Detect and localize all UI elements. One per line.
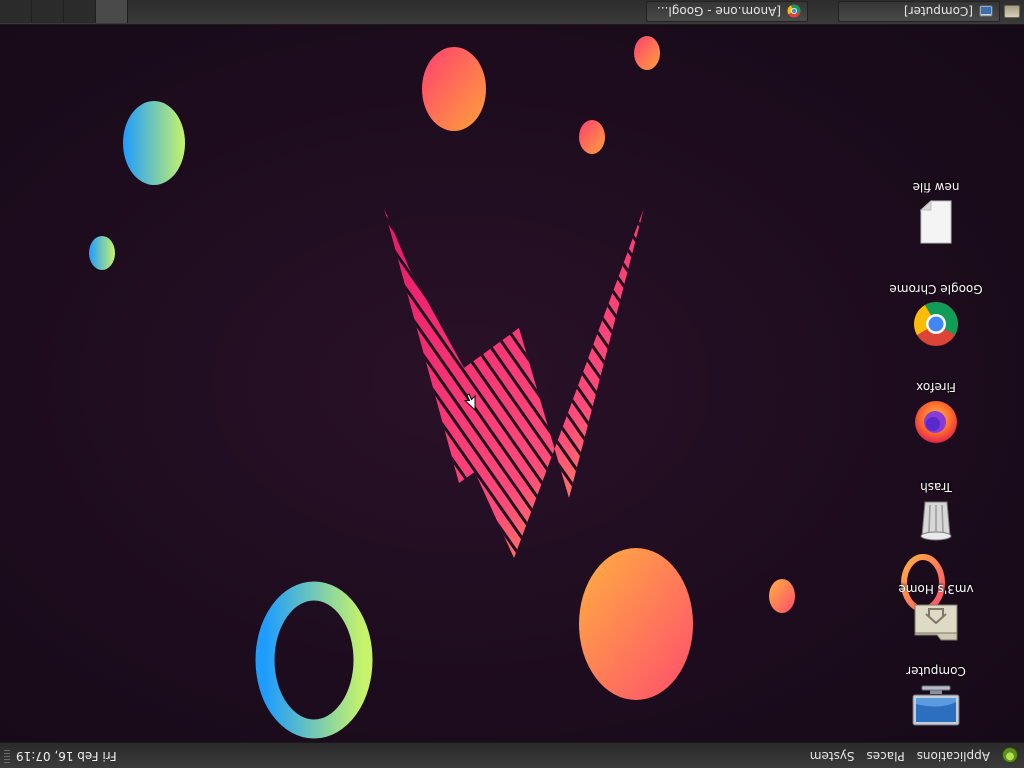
bubble xyxy=(422,47,486,131)
desktop-icon-trash[interactable]: Trash xyxy=(888,480,984,546)
desktop-icon-label: new file xyxy=(912,180,960,194)
panel-handle[interactable] xyxy=(4,748,10,763)
chrome-icon xyxy=(912,300,960,348)
desktop-icon-label: Firefox xyxy=(916,380,956,394)
home-folder-icon xyxy=(912,600,960,648)
workspace-switcher xyxy=(0,0,128,23)
bubble xyxy=(89,236,115,270)
taskbar-window-label: [Anom.one - Googl... xyxy=(656,4,781,19)
chrome-icon xyxy=(787,5,801,18)
taskbar-window-label: [Computer] xyxy=(903,4,973,19)
mouse-pointer-icon xyxy=(464,393,476,411)
bottom-panel: [Computer] [Anom.one - Googl... xyxy=(0,0,1024,25)
show-desktop-button[interactable] xyxy=(1002,3,1022,21)
bubble xyxy=(123,101,185,185)
taskbar-window-chrome[interactable]: [Anom.one - Googl... xyxy=(646,1,808,22)
desktop-icon-label: Google Chrome xyxy=(889,282,983,296)
top-panel: Applications Places System Fri Feb 16, 0… xyxy=(0,742,1024,768)
ring xyxy=(255,581,373,739)
workspace-2[interactable] xyxy=(64,0,96,23)
desktop-icon-firefox[interactable]: Firefox xyxy=(888,380,984,446)
desktop-icon-new-file[interactable]: new file xyxy=(888,180,984,246)
workspace-1[interactable] xyxy=(96,0,128,23)
desktop-icon-label: Trash xyxy=(920,480,952,494)
bubble xyxy=(579,548,693,700)
desktop-icon-computer[interactable]: Computer xyxy=(888,664,984,730)
applications-menu[interactable]: Applications xyxy=(911,743,996,768)
computer-icon xyxy=(912,682,960,730)
clock[interactable]: Fri Feb 16, 07:19 xyxy=(10,743,127,768)
firefox-icon xyxy=(912,398,960,446)
workspace-4[interactable] xyxy=(0,0,32,23)
show-desktop-icon xyxy=(1004,5,1020,18)
bubble xyxy=(769,579,795,613)
desktop-icon-label: vm3's Home xyxy=(898,582,974,596)
desktop-icon-home[interactable]: vm3's Home xyxy=(888,582,984,648)
trash-icon xyxy=(912,498,960,546)
desktop-screen: Applications Places System Fri Feb 16, 0… xyxy=(0,0,1024,768)
wallpaper-v-logo xyxy=(384,208,644,558)
desktop-icon-chrome[interactable]: Google Chrome xyxy=(888,282,984,348)
bubble xyxy=(579,120,605,154)
bubble xyxy=(634,36,660,70)
taskbar-window-computer[interactable]: [Computer] xyxy=(838,1,1000,22)
file-icon xyxy=(912,198,960,246)
places-menu[interactable]: Places xyxy=(861,743,911,768)
system-menu[interactable]: System xyxy=(804,743,861,768)
desktop-icon-label: Computer xyxy=(906,664,966,678)
distro-logo-icon[interactable] xyxy=(1002,747,1018,764)
wallpaper-art xyxy=(89,36,945,739)
folder-window-icon xyxy=(979,6,993,17)
wallpaper xyxy=(0,0,1024,768)
workspace-3[interactable] xyxy=(32,0,64,23)
